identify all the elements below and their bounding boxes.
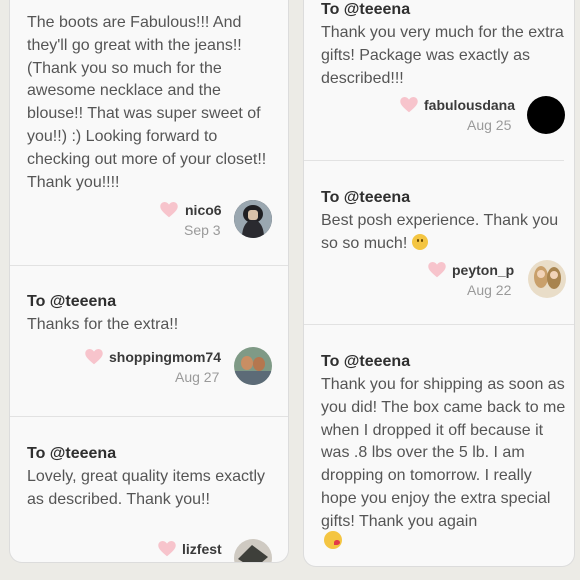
heart-icon[interactable]	[85, 349, 103, 365]
avatar[interactable]	[527, 96, 565, 134]
comment-author[interactable]: lizfest	[158, 539, 288, 562]
comment-date: Sep 3	[184, 222, 221, 238]
comment-date: Aug 25	[467, 117, 512, 133]
comment-card: To @teeena Best posh experience. Thank y…	[304, 161, 574, 324]
heart-icon[interactable]	[428, 262, 446, 278]
recipient-heading: To @teeena	[321, 1, 411, 18]
username[interactable]: nico6	[185, 202, 222, 218]
kissing-face-icon	[324, 531, 342, 549]
comment-card: To @teeena Thank you for shipping as soo…	[304, 325, 574, 566]
avatar[interactable]	[234, 200, 272, 238]
avatar[interactable]	[234, 347, 272, 385]
heart-icon[interactable]	[160, 202, 178, 218]
comment-message: Thanks for the extra!!	[27, 316, 179, 333]
comment-author[interactable]: peyton_p Aug 22	[428, 260, 570, 302]
recipient-heading: To @teeena	[321, 353, 411, 370]
message-text: Best posh experience. Thank you so so mu…	[321, 212, 559, 252]
right-comment-column: To @teeena Thank you very much for the e…	[304, 0, 574, 566]
comment-message: Thank you for shipping as soon as you di…	[321, 376, 566, 530]
recipient-heading: To @teeena	[321, 189, 411, 206]
recipient-heading: To @teeena	[27, 293, 117, 310]
username[interactable]: fabulousdana	[424, 97, 515, 113]
avatar[interactable]	[528, 260, 566, 298]
comment-card: To @teeena Thanks for the extra!! shoppi…	[10, 266, 288, 416]
heart-icon[interactable]	[158, 541, 176, 557]
comment-author[interactable]: nico6 Sep 3	[160, 200, 285, 242]
username[interactable]: lizfest	[182, 541, 222, 557]
comment-message: Thank you very much for the extra gifts!…	[321, 24, 564, 87]
avatar[interactable]	[234, 539, 272, 562]
comment-message: Lovely, great quality items exactly as d…	[27, 468, 266, 508]
comment-date: Aug 27	[175, 369, 220, 385]
smiling-face-icon	[411, 233, 428, 250]
username[interactable]: peyton_p	[452, 262, 514, 278]
username[interactable]: shoppingmom74	[109, 349, 221, 365]
comment-card: To @teeena Lovely, great quality items e…	[10, 417, 288, 562]
comment-card: The boots are Fabulous!!! And they'll go…	[10, 0, 288, 265]
comment-date: Aug 22	[467, 282, 512, 298]
comment-author[interactable]: fabulousdana Aug 25	[400, 95, 570, 137]
comment-message: The boots are Fabulous!!! And they'll go…	[27, 14, 267, 191]
comment-author[interactable]: shoppingmom74 Aug 27	[85, 347, 285, 389]
comment-card: To @teeena Thank you very much for the e…	[304, 0, 574, 160]
recipient-heading: To @teeena	[27, 445, 117, 462]
comment-message: Best posh experience. Thank you so so mu…	[321, 210, 561, 256]
left-comment-column: The boots are Fabulous!!! And they'll go…	[10, 0, 288, 562]
heart-icon[interactable]	[400, 97, 418, 113]
